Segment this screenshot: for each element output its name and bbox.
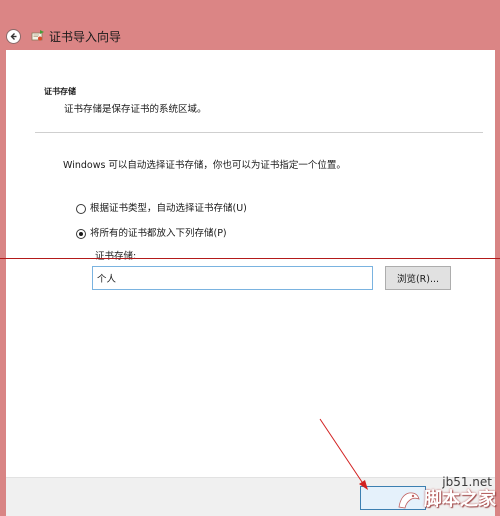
- store-info-text: Windows 可以自动选择证书存储，你也可以为证书指定一个位置。: [63, 160, 346, 171]
- watermark-url: jb51.net: [442, 475, 492, 489]
- auto-select-store-label: 根据证书类型，自动选择证书存储(U): [90, 203, 247, 214]
- place-in-store-option[interactable]: 将所有的证书都放入下列存储(P): [76, 228, 227, 240]
- red-annotation-line: [0, 258, 500, 259]
- watermark-brand: 脚本之家: [396, 489, 496, 511]
- back-arrow-icon: [10, 33, 17, 40]
- place-in-store-label: 将所有的证书都放入下列存储(P): [90, 228, 227, 239]
- certificate-store-label: 证书存储:: [95, 251, 137, 262]
- browse-button[interactable]: 浏览(R)...: [385, 266, 451, 290]
- auto-select-store-radio[interactable]: [76, 204, 86, 214]
- header-separator: [35, 132, 483, 133]
- place-in-store-radio[interactable]: [76, 229, 86, 239]
- title-bar: 证书导入向导: [0, 0, 500, 50]
- certificate-import-wizard-window: 证书导入向导 证书存储 证书存储是保存证书的系统区域。 Windows 可以自动…: [0, 0, 500, 516]
- certificate-store-field[interactable]: [92, 266, 373, 290]
- wizard-content: 证书存储 证书存储是保存证书的系统区域。 Windows 可以自动选择证书存储，…: [6, 50, 495, 477]
- section-description: 证书存储是保存证书的系统区域。: [64, 104, 207, 115]
- auto-select-store-option[interactable]: 根据证书类型，自动选择证书存储(U): [76, 203, 247, 215]
- certificate-wizard-icon: [31, 30, 44, 41]
- watermark-logo-icon: [398, 492, 420, 509]
- site-watermark: jb51.net 脚本之家: [396, 475, 496, 511]
- watermark-name: 脚本之家: [424, 489, 496, 510]
- back-button[interactable]: [6, 29, 21, 44]
- section-title: 证书存储: [44, 87, 76, 96]
- window-title: 证书导入向导: [49, 30, 122, 44]
